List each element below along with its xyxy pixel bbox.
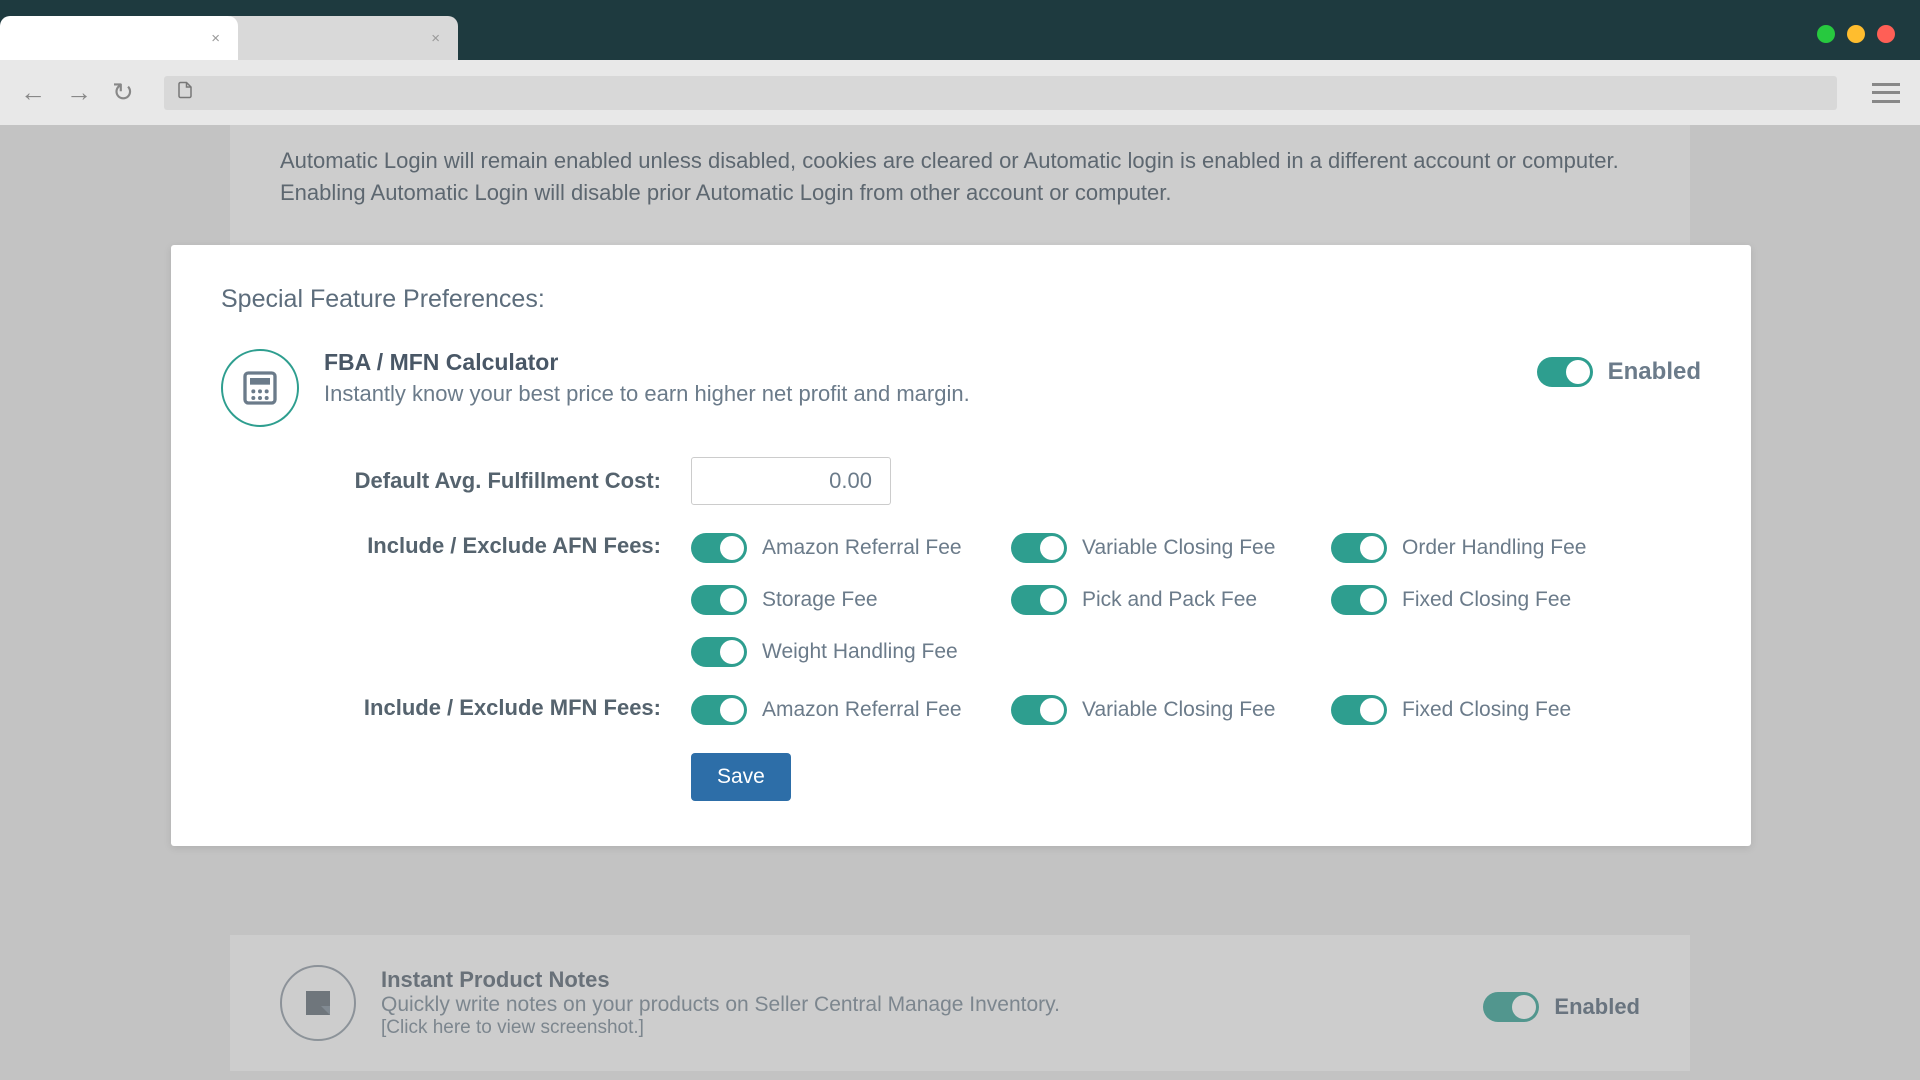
feature-title: FBA / MFN Calculator bbox=[324, 349, 1512, 376]
window-title-bar: × × bbox=[0, 0, 1920, 60]
calculator-icon-circle bbox=[221, 349, 299, 427]
mfn-fee-grid: Amazon Referral Fee Variable Closing Fee… bbox=[691, 695, 1651, 725]
fee-label: Variable Closing Fee bbox=[1082, 536, 1275, 560]
afn-order-handling-toggle[interactable] bbox=[1331, 533, 1387, 563]
back-icon[interactable]: ← bbox=[20, 77, 46, 108]
fee-cell: Storage Fee bbox=[691, 585, 1011, 615]
modal-heading: Special Feature Preferences: bbox=[221, 285, 1701, 314]
calculator-icon bbox=[240, 368, 280, 408]
window-minimize-icon[interactable] bbox=[1817, 25, 1835, 43]
fee-label: Variable Closing Fee bbox=[1082, 698, 1275, 722]
fee-label: Fixed Closing Fee bbox=[1402, 698, 1571, 722]
mfn-fixed-closing-toggle[interactable] bbox=[1331, 695, 1387, 725]
fee-label: Weight Handling Fee bbox=[762, 640, 958, 664]
calculator-toggle[interactable] bbox=[1537, 357, 1593, 387]
fee-cell: Fixed Closing Fee bbox=[1331, 585, 1651, 615]
fee-label: Pick and Pack Fee bbox=[1082, 588, 1257, 612]
feature-toggle-wrap: Enabled bbox=[1537, 357, 1701, 387]
window-close-icon[interactable] bbox=[1877, 25, 1895, 43]
window-maximize-icon[interactable] bbox=[1847, 25, 1865, 43]
content-area: Automatic Login will remain enabled unle… bbox=[0, 125, 1920, 1080]
fulfillment-label: Default Avg. Fulfillment Cost: bbox=[221, 468, 691, 494]
afn-fee-grid: Amazon Referral Fee Variable Closing Fee… bbox=[691, 533, 1651, 667]
fulfillment-input[interactable] bbox=[691, 457, 891, 505]
afn-pick-pack-toggle[interactable] bbox=[1011, 585, 1067, 615]
fee-label: Order Handling Fee bbox=[1402, 536, 1586, 560]
fee-label: Amazon Referral Fee bbox=[762, 698, 962, 722]
reload-icon[interactable]: ↻ bbox=[112, 77, 134, 108]
feature-header: FBA / MFN Calculator Instantly know your… bbox=[221, 349, 1701, 427]
page-icon bbox=[176, 81, 194, 104]
afn-referral-toggle[interactable] bbox=[691, 533, 747, 563]
save-row: Save bbox=[221, 753, 1701, 801]
calculator-status: Enabled bbox=[1608, 358, 1701, 386]
window-controls bbox=[1817, 25, 1895, 43]
save-button[interactable]: Save bbox=[691, 753, 791, 801]
tab-close-icon[interactable]: × bbox=[431, 30, 440, 47]
afn-fees-row: Include / Exclude AFN Fees: Amazon Refer… bbox=[221, 533, 1701, 667]
forward-icon[interactable]: → bbox=[66, 77, 92, 108]
feature-text: FBA / MFN Calculator Instantly know your… bbox=[324, 349, 1512, 407]
fee-cell: Variable Closing Fee bbox=[1011, 533, 1331, 563]
afn-fixed-closing-toggle[interactable] bbox=[1331, 585, 1387, 615]
browser-tab-active[interactable]: × bbox=[0, 16, 238, 60]
browser-tab-inactive[interactable]: × bbox=[220, 16, 458, 60]
browser-nav-bar: ← → ↻ bbox=[0, 60, 1920, 125]
preferences-modal: Special Feature Preferences: FBA / MFN C… bbox=[171, 245, 1751, 846]
mfn-referral-toggle[interactable] bbox=[691, 695, 747, 725]
fee-label: Fixed Closing Fee bbox=[1402, 588, 1571, 612]
fee-cell: Weight Handling Fee bbox=[691, 637, 1011, 667]
afn-storage-toggle[interactable] bbox=[691, 585, 747, 615]
menu-icon[interactable] bbox=[1872, 83, 1900, 103]
fulfillment-row: Default Avg. Fulfillment Cost: bbox=[221, 457, 1701, 505]
mfn-fees-row: Include / Exclude MFN Fees: Amazon Refer… bbox=[221, 695, 1701, 725]
fee-cell: Order Handling Fee bbox=[1331, 533, 1651, 563]
tab-close-icon[interactable]: × bbox=[211, 30, 220, 47]
afn-weight-handling-toggle[interactable] bbox=[691, 637, 747, 667]
afn-label: Include / Exclude AFN Fees: bbox=[221, 533, 691, 559]
tabs-row: × × bbox=[0, 16, 458, 60]
fee-cell: Fixed Closing Fee bbox=[1331, 695, 1651, 725]
fee-cell: Amazon Referral Fee bbox=[691, 695, 1011, 725]
feature-desc: Instantly know your best price to earn h… bbox=[324, 381, 1512, 407]
fee-label: Amazon Referral Fee bbox=[762, 536, 962, 560]
fee-cell: Variable Closing Fee bbox=[1011, 695, 1331, 725]
mfn-variable-closing-toggle[interactable] bbox=[1011, 695, 1067, 725]
afn-variable-closing-toggle[interactable] bbox=[1011, 533, 1067, 563]
mfn-label: Include / Exclude MFN Fees: bbox=[221, 695, 691, 721]
url-bar[interactable] bbox=[164, 76, 1837, 110]
fee-cell: Amazon Referral Fee bbox=[691, 533, 1011, 563]
fee-label: Storage Fee bbox=[762, 588, 878, 612]
fee-cell: Pick and Pack Fee bbox=[1011, 585, 1331, 615]
